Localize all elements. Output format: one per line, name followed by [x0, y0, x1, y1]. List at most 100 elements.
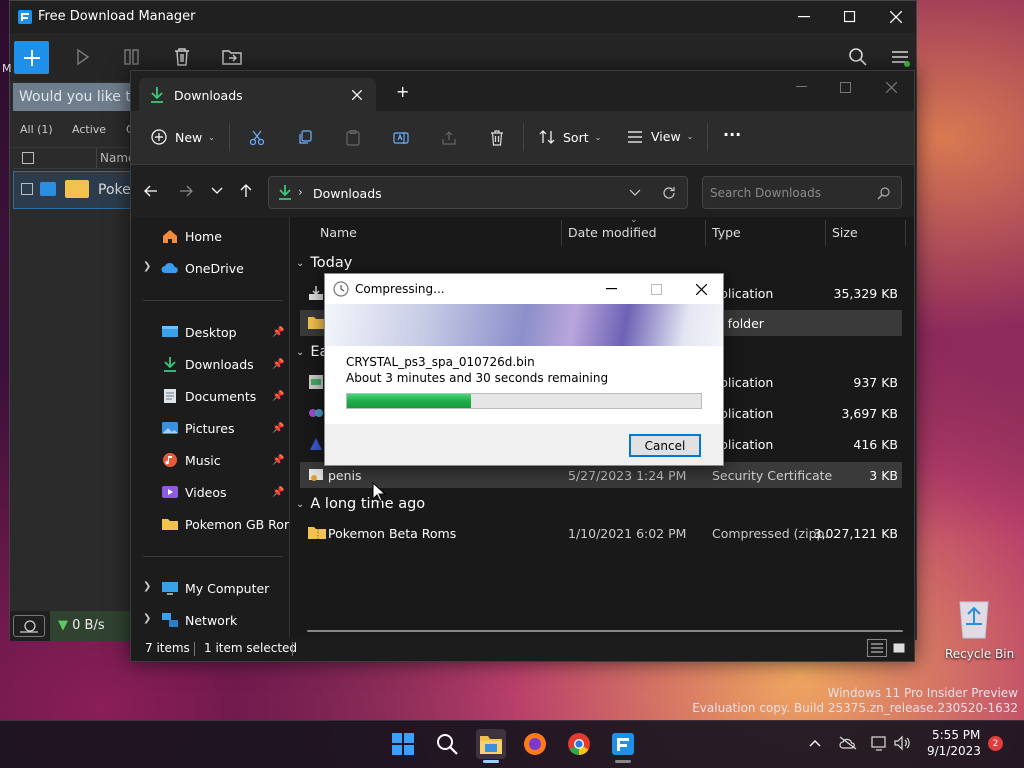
maximize-button[interactable]: [836, 7, 864, 27]
cut-icon[interactable]: [247, 128, 267, 148]
nav-item-pictures[interactable]: Pictures: [161, 417, 235, 439]
notification-badge[interactable]: 2: [988, 736, 1003, 751]
nav-item-videos[interactable]: Videos: [161, 481, 227, 503]
expand-chevron-icon[interactable]: ❯: [143, 613, 151, 624]
cancel-button[interactable]: Cancel: [629, 434, 701, 457]
pin-icon[interactable]: 📌: [272, 391, 284, 402]
view-button[interactable]: View ⌄: [627, 129, 693, 144]
nav-item-network[interactable]: Network: [161, 609, 237, 631]
delete-icon[interactable]: [487, 128, 507, 148]
column-date-modified[interactable]: Date modified: [568, 225, 657, 240]
dialog-minimize-button[interactable]: [601, 280, 621, 298]
minimize-button[interactable]: [790, 7, 818, 27]
new-button[interactable]: New ⌄: [151, 129, 215, 145]
expand-chevron-icon[interactable]: ❯: [143, 261, 151, 272]
pin-icon[interactable]: 📌: [272, 455, 284, 466]
group-long-ago[interactable]: ⌄ A long time ago: [296, 496, 425, 512]
nav-item-onedrive[interactable]: OneDrive: [161, 257, 244, 279]
address-dropdown-icon[interactable]: [627, 185, 643, 201]
nav-item-pokemon-gb-rom[interactable]: Pokemon GB Rom: [161, 513, 296, 535]
forward-arrow-icon[interactable]: [176, 181, 196, 201]
move-folder-icon[interactable]: [220, 45, 244, 69]
close-tab-icon[interactable]: [347, 85, 367, 105]
refresh-icon[interactable]: [661, 185, 677, 201]
column-name[interactable]: Name: [320, 225, 357, 240]
nav-item-my-computer[interactable]: My Computer: [161, 577, 269, 599]
clock-time[interactable]: 5:55 PM: [932, 728, 980, 742]
details-view-icon[interactable]: [867, 639, 887, 657]
network-icon[interactable]: [870, 734, 890, 752]
column-divider[interactable]: [561, 220, 562, 246]
recent-locations-chevron-icon[interactable]: [207, 181, 227, 201]
column-type[interactable]: Type: [712, 225, 741, 240]
column-divider[interactable]: [905, 220, 906, 246]
nav-item-downloads[interactable]: Downloads: [161, 353, 254, 375]
share-icon[interactable]: [439, 128, 459, 148]
nav-item-home[interactable]: Home: [161, 225, 222, 247]
column-divider[interactable]: [825, 220, 826, 246]
pin-icon[interactable]: 📌: [272, 423, 284, 434]
pin-icon[interactable]: 📌: [272, 487, 284, 498]
new-tab-button[interactable]: +: [396, 82, 409, 101]
search-icon[interactable]: [875, 185, 891, 201]
rename-icon[interactable]: [391, 128, 411, 148]
search-icon[interactable]: [846, 45, 870, 69]
column-divider[interactable]: [705, 220, 706, 246]
file-explorer-icon[interactable]: [476, 729, 506, 759]
nav-item-desktop[interactable]: Desktop: [161, 321, 237, 343]
resume-icon[interactable]: [72, 45, 96, 69]
volume-icon[interactable]: [892, 734, 912, 752]
column-size[interactable]: Size: [832, 225, 858, 240]
row-checkbox[interactable]: [21, 183, 33, 195]
select-all-checkbox[interactable]: [22, 152, 34, 164]
watermark-line: Windows 11 Pro Insider Preview: [827, 686, 1018, 700]
recycle-bin-label[interactable]: Recycle Bin: [945, 647, 1014, 661]
expand-chevron-icon[interactable]: ❯: [143, 581, 151, 592]
firefox-icon[interactable]: [520, 729, 550, 759]
chrome-icon[interactable]: [564, 729, 594, 759]
tiles-view-icon[interactable]: [889, 639, 909, 657]
file-row[interactable]: Pokemon Beta Roms 1/10/2021 6:02 PM Comp…: [300, 520, 902, 546]
fdm-download-row[interactable]: Poke: [13, 171, 133, 209]
up-arrow-icon[interactable]: [236, 181, 256, 201]
filter-all-tab[interactable]: All (1): [20, 123, 53, 136]
nav-item-documents[interactable]: Documents: [161, 385, 256, 407]
search-icon[interactable]: [432, 729, 462, 759]
start-windows-icon[interactable]: [388, 729, 418, 759]
copy-icon[interactable]: [295, 128, 315, 148]
explorer-tab-downloads[interactable]: Downloads: [139, 78, 376, 112]
fdm-prompt-banner[interactable]: Would you like to m: [13, 83, 133, 111]
clock-date[interactable]: 9/1/2023: [927, 744, 981, 758]
group-today[interactable]: ⌄ Today: [296, 255, 352, 271]
search-input[interactable]: Search Downloads: [702, 176, 902, 209]
pin-icon[interactable]: 📌: [272, 359, 284, 370]
fdm-taskbar-icon[interactable]: [608, 729, 638, 759]
pin-icon[interactable]: 📌: [272, 327, 284, 338]
breadcrumb-downloads[interactable]: Downloads: [313, 186, 382, 201]
clock-icon: [333, 281, 349, 297]
explorer-close-button[interactable]: [881, 77, 901, 97]
show-hidden-icons-chevron-icon[interactable]: [806, 734, 824, 752]
explorer-minimize-button[interactable]: [791, 77, 811, 97]
explorer-maximize-button[interactable]: [835, 77, 855, 97]
horizontal-scrollbar[interactable]: [307, 630, 903, 632]
close-button[interactable]: [882, 7, 910, 27]
zip-folder-icon: [308, 525, 326, 539]
dialog-body: CRYSTAL_ps3_spa_010726d.bin About 3 minu…: [325, 346, 723, 424]
menu-icon[interactable]: [888, 45, 912, 69]
paste-icon[interactable]: [343, 128, 363, 148]
add-download-button[interactable]: [14, 41, 49, 74]
speed-limit-snail-icon[interactable]: [13, 615, 45, 637]
back-arrow-icon[interactable]: [141, 181, 161, 201]
filter-active-tab[interactable]: Active: [72, 123, 106, 136]
delete-icon[interactable]: [170, 45, 194, 69]
recycle-bin-icon[interactable]: [954, 596, 994, 640]
onedrive-off-icon[interactable]: [838, 734, 858, 752]
nav-item-music[interactable]: Music: [161, 449, 221, 471]
status-bar: 7 items 1 item selected: [131, 637, 914, 661]
pause-icon[interactable]: [120, 45, 144, 69]
sort-button[interactable]: Sort ⌄: [539, 129, 601, 145]
dialog-close-button[interactable]: [691, 280, 711, 298]
more-options-button[interactable]: ···: [723, 125, 741, 144]
address-bar[interactable]: › Downloads: [268, 176, 688, 209]
